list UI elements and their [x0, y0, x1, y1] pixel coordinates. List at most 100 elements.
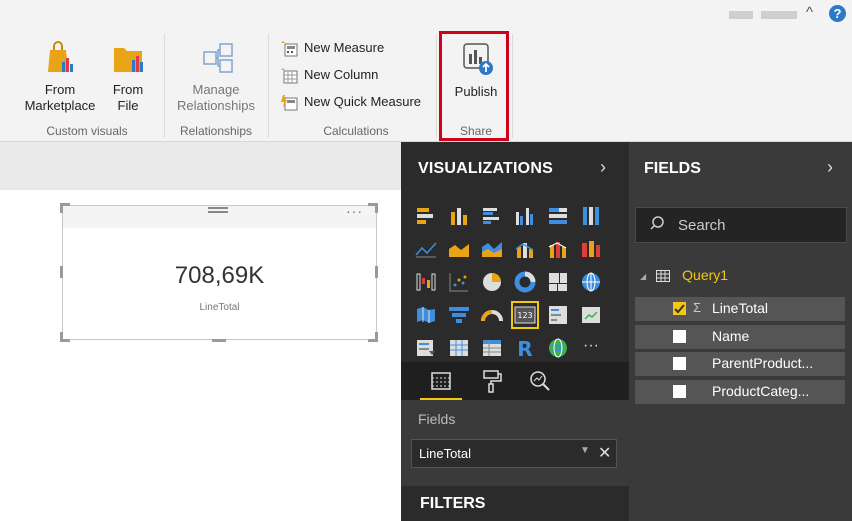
from-file-label-2: File — [117, 98, 139, 113]
analytics-tab-icon[interactable] — [527, 368, 553, 394]
table-icon[interactable] — [447, 336, 471, 360]
fields-search-input[interactable]: Search — [635, 207, 847, 243]
collapse-fields-icon[interactable]: › — [827, 157, 833, 178]
gauge-icon[interactable] — [480, 303, 504, 327]
table-icon — [656, 270, 671, 283]
resize-handle[interactable] — [375, 203, 378, 213]
clustered-column-chart-icon[interactable] — [513, 204, 537, 228]
slicer-icon[interactable] — [414, 336, 438, 360]
from-marketplace-label-2: Marketplace — [24, 98, 96, 113]
sigma-icon: Σ — [693, 300, 702, 315]
relationships-group-label: Relationships — [179, 124, 253, 138]
manage-relationships-label-1: Manage — [192, 82, 240, 97]
100-stacked-column-chart-icon[interactable] — [579, 204, 603, 228]
new-quick-measure-button[interactable]: New Quick Measure — [280, 92, 421, 112]
new-quick-measure-label: New Quick Measure — [304, 94, 422, 109]
waterfall-chart-icon[interactable] — [414, 270, 438, 294]
help-icon[interactable]: ? — [829, 5, 846, 22]
treemap-icon[interactable] — [546, 270, 570, 294]
ribbon-separator — [268, 34, 269, 138]
svg-text:123: 123 — [517, 311, 532, 320]
more-visuals-icon[interactable]: ··· — [579, 336, 603, 360]
field-item-productcategory[interactable]: ProductCateg... — [635, 380, 845, 404]
drag-handle-icon[interactable] — [208, 207, 228, 217]
new-column-button[interactable]: New Column — [280, 65, 378, 85]
manage-relationships-button[interactable]: Manage Relationships — [170, 38, 262, 114]
100-stacked-bar-chart-icon[interactable] — [546, 204, 570, 228]
globe-icon[interactable] — [546, 336, 570, 360]
folder-chart-icon — [114, 48, 143, 72]
field-item-name[interactable]: Name — [635, 325, 845, 349]
manage-relationships-label-2: Relationships — [176, 98, 256, 113]
from-marketplace-button[interactable]: From Marketplace — [18, 38, 102, 114]
field-checkbox[interactable] — [673, 302, 686, 315]
pie-chart-icon[interactable] — [480, 270, 504, 294]
redacted-text — [729, 11, 753, 19]
filled-map-icon[interactable] — [414, 303, 438, 327]
field-name: LineTotal — [712, 300, 769, 316]
r-visual-icon[interactable]: R — [513, 336, 537, 360]
ribbon-separator — [164, 34, 165, 138]
field-name: ProductCateg... — [712, 383, 810, 399]
resize-handle[interactable] — [60, 332, 63, 342]
calculations-group-label: Calculations — [323, 124, 389, 138]
field-item-parentproduct[interactable]: ParentProduct... — [635, 352, 845, 376]
map-icon[interactable] — [579, 270, 603, 294]
collapse-visualizations-icon[interactable]: › — [600, 157, 606, 178]
chevron-down-icon[interactable]: ▼ — [580, 445, 590, 456]
field-checkbox[interactable] — [673, 357, 686, 370]
search-icon — [650, 216, 664, 230]
expand-triangle-icon[interactable]: ◢ — [640, 272, 646, 281]
clustered-bar-chart-icon[interactable] — [480, 204, 504, 228]
card-label: LineTotal — [199, 302, 240, 313]
more-options-icon[interactable]: ··· — [346, 203, 363, 219]
visual-gallery: 123 R ··· — [408, 202, 620, 362]
field-checkbox[interactable] — [673, 385, 686, 398]
fields-title: FIELDS — [644, 160, 701, 177]
card-value: 708,69K — [174, 262, 265, 289]
fields-tab-icon[interactable] — [428, 368, 454, 394]
card-icon[interactable]: 123 — [511, 301, 539, 329]
fields-well-item[interactable]: LineTotal ▼ ✕ — [411, 439, 617, 468]
new-column-label: New Column — [304, 67, 379, 82]
area-chart-icon[interactable] — [447, 237, 471, 261]
line-stacked-column-icon[interactable] — [546, 237, 570, 261]
kpi-icon[interactable] — [579, 303, 603, 327]
table-column-icon — [281, 67, 298, 84]
from-file-button[interactable]: From File — [106, 38, 150, 114]
quick-measure-icon — [281, 94, 298, 111]
relationships-icon — [203, 43, 233, 73]
field-checkbox[interactable] — [673, 330, 686, 343]
resize-handle[interactable] — [212, 339, 226, 342]
field-name: Name — [712, 328, 750, 344]
table-query1[interactable]: ◢ Query1 — [640, 267, 728, 283]
stacked-bar-chart-icon[interactable] — [414, 204, 438, 228]
line-chart-icon[interactable] — [414, 237, 438, 261]
line-clustered-column-icon[interactable] — [513, 237, 537, 261]
resize-handle[interactable] — [375, 332, 378, 342]
stacked-area-chart-icon[interactable] — [480, 237, 504, 261]
ribbon-chart-icon[interactable] — [579, 237, 603, 261]
marketplace-icon — [48, 41, 73, 72]
redacted-text — [761, 11, 797, 19]
matrix-icon[interactable] — [480, 336, 504, 360]
ribbon-separator — [436, 34, 437, 138]
stacked-column-chart-icon[interactable] — [447, 204, 471, 228]
donut-chart-icon[interactable] — [513, 270, 537, 294]
fields-well-label: Fields — [418, 411, 456, 427]
publish-highlight-box — [439, 31, 509, 141]
collapse-ribbon-icon[interactable]: ^ — [806, 4, 813, 21]
fields-well-item-label: LineTotal — [419, 446, 472, 461]
field-item-linetotal[interactable]: Σ LineTotal — [635, 297, 845, 321]
new-measure-label: New Measure — [304, 40, 385, 55]
resize-handle[interactable] — [60, 203, 63, 213]
custom-visuals-group-label: Custom visuals — [46, 124, 128, 138]
close-icon[interactable]: ✕ — [598, 443, 611, 463]
ribbon-separator — [512, 34, 513, 138]
new-measure-button[interactable]: New Measure — [280, 38, 384, 58]
format-tab-icon[interactable] — [479, 368, 505, 394]
scatter-chart-icon[interactable] — [447, 270, 471, 294]
multi-row-card-icon[interactable] — [546, 303, 570, 327]
funnel-icon[interactable] — [447, 303, 471, 327]
visualizations-title: VISUALIZATIONS — [418, 160, 553, 177]
